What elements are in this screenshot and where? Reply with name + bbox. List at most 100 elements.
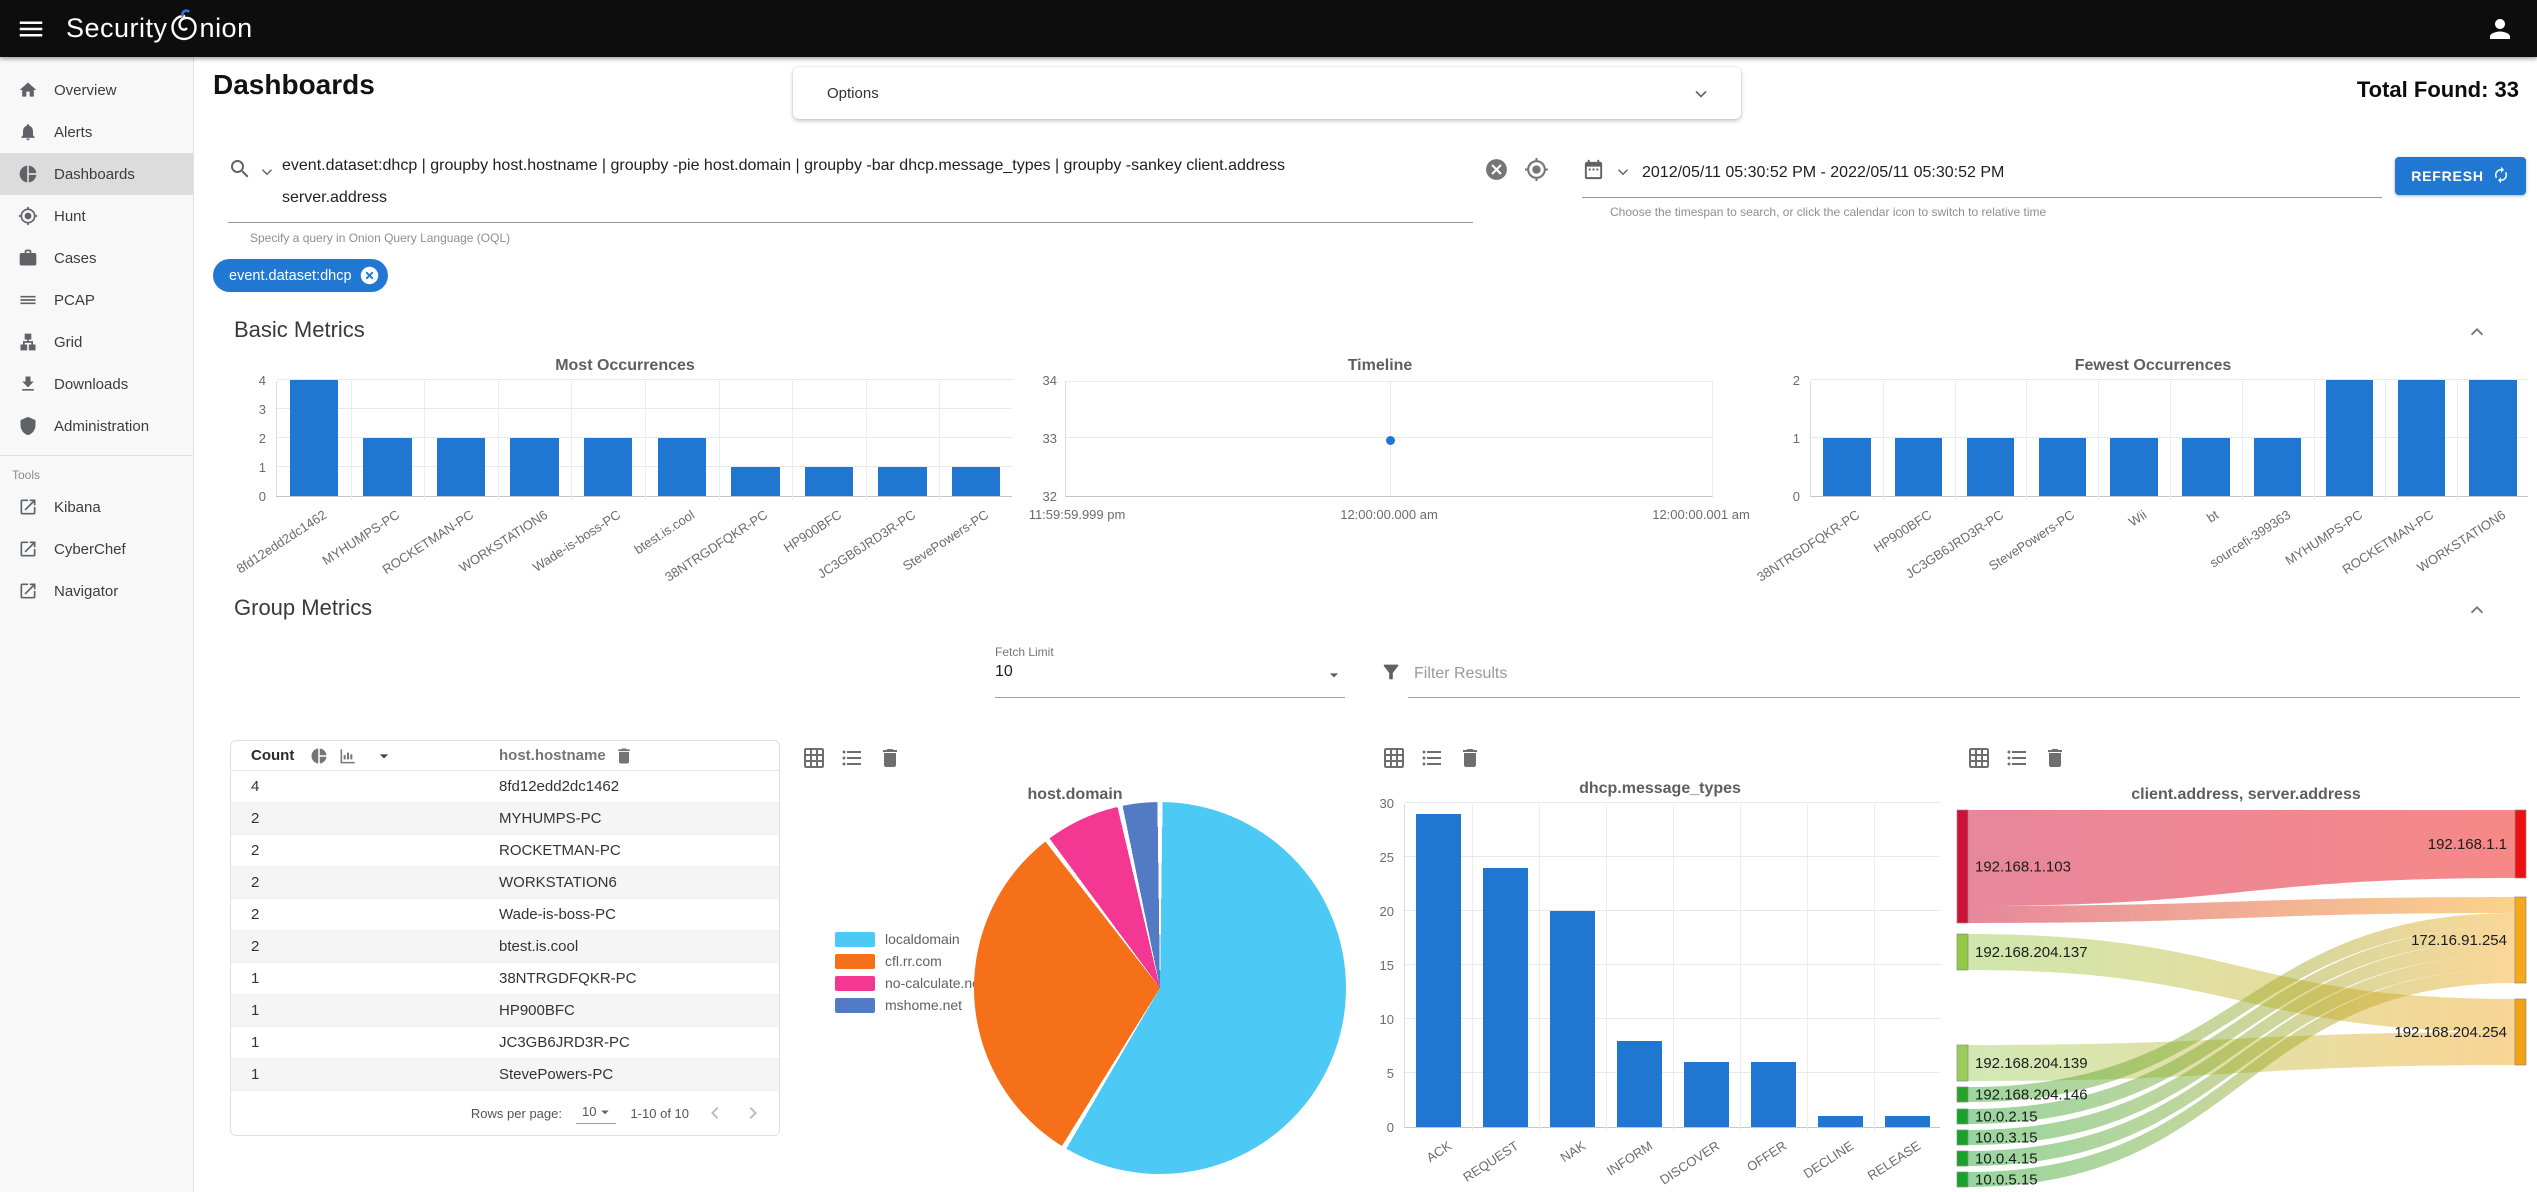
legend-item[interactable]: localdomain <box>835 928 984 950</box>
bar-RELEASE[interactable] <box>1885 1116 1930 1127</box>
bar-DISCOVER[interactable] <box>1684 1062 1729 1127</box>
bar-ROCKETMAN-PC[interactable] <box>2397 380 2445 496</box>
list-view-icon[interactable] <box>840 746 864 770</box>
bar-bt[interactable] <box>2182 438 2230 496</box>
bar-btest.is.cool[interactable] <box>657 438 707 496</box>
bar-DECLINE[interactable] <box>1818 1116 1863 1127</box>
table-row[interactable]: 2 btest.is.cool <box>231 931 779 963</box>
legend-item[interactable]: no-calculate.net <box>835 972 984 994</box>
fetch-limit-select[interactable]: 10 <box>995 663 1013 681</box>
bar-8fd12edd2dc1462[interactable] <box>289 380 339 496</box>
sort-caret-icon[interactable] <box>374 746 394 766</box>
user-account-icon[interactable] <box>2485 14 2515 44</box>
bar-StevePowers-PC[interactable] <box>951 467 1001 496</box>
timespan-chevron-icon[interactable] <box>1614 163 1632 186</box>
clear-query-icon[interactable] <box>1484 157 1509 187</box>
filter-results-input[interactable]: Filter Results <box>1414 665 1507 683</box>
bar-StevePowers-PC[interactable] <box>2038 438 2086 496</box>
bar-HP900BFC[interactable] <box>804 467 854 496</box>
sankey-node-192.168.1.1[interactable] <box>2514 809 2527 879</box>
sidebar-item-pcap[interactable]: PCAP <box>0 279 193 321</box>
sidebar-item-navigator[interactable]: Navigator <box>0 570 193 612</box>
pie-chart[interactable] <box>974 802 1346 1174</box>
bar-JC3GB6JRD3R-PC[interactable] <box>1966 438 2015 496</box>
sidebar-item-downloads[interactable]: Downloads <box>0 363 193 405</box>
sidebar-item-cases[interactable]: Cases <box>0 237 193 279</box>
table-row[interactable]: 2 ROCKETMAN-PC <box>231 835 779 867</box>
next-page-icon[interactable] <box>741 1101 765 1125</box>
legend-item[interactable]: mshome.net <box>835 994 984 1016</box>
filter-chip[interactable]: event.dataset:dhcp <box>213 259 388 292</box>
search-input-line2[interactable]: server.address <box>282 189 1472 207</box>
sankey-node-10.0.2.15[interactable] <box>1956 1108 1969 1125</box>
bar-sourcefi-399363[interactable] <box>2254 438 2302 496</box>
search-input-line1[interactable]: event.dataset:dhcp | groupby host.hostna… <box>282 157 1472 175</box>
bar-HP900BFC[interactable] <box>1895 438 1943 496</box>
sidebar-item-overview[interactable]: Overview <box>0 69 193 111</box>
bar-Wade-is-boss-PC[interactable] <box>583 438 633 496</box>
table-row[interactable]: 4 8fd12edd2dc1462 <box>231 771 779 803</box>
table-row[interactable]: 2 Wade-is-boss-PC <box>231 899 779 931</box>
calendar-icon[interactable] <box>1582 158 1605 186</box>
table-row[interactable]: 1 38NTRGDFQKR-PC <box>231 963 779 995</box>
sankey-node-192.168.1.103[interactable] <box>1956 809 1969 924</box>
bar-38NTRGDFQKR-PC[interactable] <box>1823 438 1871 496</box>
bar-INFORM[interactable] <box>1617 1040 1662 1127</box>
delete-panel-icon[interactable] <box>2043 746 2067 770</box>
bar-ACK[interactable] <box>1416 813 1461 1127</box>
bar-OFFER[interactable] <box>1751 1062 1796 1127</box>
table-row[interactable]: 1 StevePowers-PC <box>231 1059 779 1091</box>
bar-JC3GB6JRD3R-PC[interactable] <box>878 467 927 496</box>
basic-metrics-collapse-icon[interactable] <box>2466 321 2488 348</box>
sankey-node-192.168.204.139[interactable] <box>1956 1044 1969 1082</box>
sankey-node-10.0.5.15[interactable] <box>1956 1171 1969 1188</box>
search-icon[interactable] <box>228 157 252 186</box>
bar-REQUEST[interactable] <box>1483 867 1528 1127</box>
fetch-limit-caret-icon[interactable] <box>1324 665 1344 690</box>
table-row[interactable]: 1 JC3GB6JRD3R-PC <box>231 1027 779 1059</box>
pie-chart-toggle-icon[interactable] <box>310 747 328 765</box>
bar-Wii[interactable] <box>2110 438 2158 496</box>
sidebar-item-hunt[interactable]: Hunt <box>0 195 193 237</box>
bar-WORKSTATION6[interactable] <box>2469 380 2517 496</box>
quick-actions-target-icon[interactable] <box>1524 157 1549 187</box>
rows-per-page-select[interactable]: 10 <box>575 1103 617 1124</box>
sidebar-item-dashboards[interactable]: Dashboards <box>0 153 193 195</box>
count-column-header[interactable]: Count <box>251 747 294 764</box>
sankey-node-172.16.91.254[interactable] <box>2514 896 2527 984</box>
hostname-column-header[interactable]: host.hostname <box>499 747 606 764</box>
query-mode-chevron-icon[interactable] <box>258 163 276 186</box>
bar-ROCKETMAN-PC[interactable] <box>436 438 486 496</box>
delete-panel-icon[interactable] <box>878 746 902 770</box>
list-view-icon[interactable] <box>1420 746 1444 770</box>
bar-MYHUMPS-PC[interactable] <box>363 438 412 496</box>
timespan-input[interactable]: 2012/05/11 05:30:52 PM - 2022/05/11 05:3… <box>1642 164 2004 182</box>
legend-item[interactable]: cfl.rr.com <box>835 950 984 972</box>
bar-WORKSTATION6[interactable] <box>510 438 559 496</box>
bar-NAK[interactable] <box>1550 911 1595 1127</box>
refresh-button[interactable]: REFRESH <box>2395 157 2526 195</box>
delete-panel-icon[interactable] <box>1458 746 1482 770</box>
table-view-icon[interactable] <box>1967 746 1991 770</box>
sidebar-item-grid[interactable]: Grid <box>0 321 193 363</box>
sankey-node-192.168.204.146[interactable] <box>1956 1086 1969 1103</box>
sidebar-item-cyberchef[interactable]: CyberChef <box>0 528 193 570</box>
chip-close-icon[interactable] <box>360 266 379 285</box>
table-row[interactable]: 2 WORKSTATION6 <box>231 867 779 899</box>
sidebar-item-kibana[interactable]: Kibana <box>0 486 193 528</box>
bar-chart-toggle-icon[interactable] <box>338 746 358 766</box>
sankey-node-192.168.204.137[interactable] <box>1956 933 1969 971</box>
options-dropdown[interactable]: Options <box>793 67 1741 119</box>
sankey-node-10.0.3.15[interactable] <box>1956 1129 1969 1146</box>
table-row[interactable]: 2 MYHUMPS-PC <box>231 803 779 835</box>
sidebar-item-alerts[interactable]: Alerts <box>0 111 193 153</box>
sidebar-item-administration[interactable]: Administration <box>0 405 193 447</box>
table-view-icon[interactable] <box>1382 746 1406 770</box>
sankey-node-10.0.4.15[interactable] <box>1956 1150 1969 1167</box>
menu-icon[interactable] <box>16 14 46 44</box>
timeline-data-point[interactable] <box>1385 435 1395 445</box>
previous-page-icon[interactable] <box>703 1101 727 1125</box>
delete-column-icon[interactable] <box>614 746 634 766</box>
group-metrics-collapse-icon[interactable] <box>2466 599 2488 626</box>
bar-38NTRGDFQKR-PC[interactable] <box>731 467 780 496</box>
